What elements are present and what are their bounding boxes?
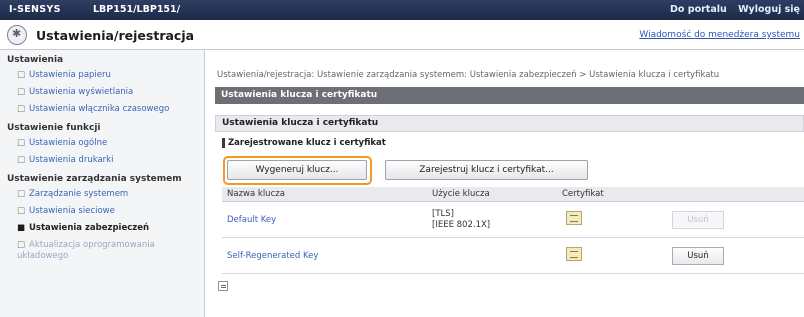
certificate-cell <box>557 201 667 238</box>
main-content: Ustawienia/rejestracja: Ustawienie zarzą… <box>211 50 804 317</box>
logout-link[interactable]: Wyloguj się <box>738 4 800 15</box>
key-name-link[interactable]: Self-Regenerated Key <box>222 237 427 274</box>
sidebar-item-label: Zarządzanie systemem <box>29 189 129 199</box>
sidebar-item-printer[interactable]: □ Ustawienia drukarki <box>0 152 204 169</box>
sidebar-item-timer[interactable]: □ Ustawienia włącznika czasowego <box>0 101 204 118</box>
key-name-link[interactable]: Default Key <box>222 201 427 238</box>
key-table: Nazwa klucza Użycie klucza Certyfikat De… <box>222 187 804 274</box>
column-header: Certyfikat <box>557 187 667 202</box>
bullet-icon: □ <box>17 240 26 250</box>
delete-button[interactable]: Usuń <box>672 246 724 265</box>
certificate-icon[interactable] <box>566 247 582 261</box>
sidebar-item-label: Aktualizacja oprogramowania układowego <box>17 240 155 261</box>
usage-line: [TLS] <box>432 208 454 219</box>
bullet-icon: □ <box>17 206 26 216</box>
message-to-admin-link[interactable]: Wiadomość do menedżera systemu <box>639 30 800 40</box>
column-header <box>667 187 804 202</box>
sidebar-item-label: Ustawienia włącznika czasowego <box>29 104 170 114</box>
usage-line: [IEEE 802.1X] <box>432 219 491 230</box>
bullet-icon: □ <box>17 87 26 97</box>
sidebar-item-label: Ustawienia ogólne <box>29 138 108 148</box>
sidebar-item-label: Ustawienia sieciowe <box>29 206 115 216</box>
section-label: Zarejestrowane klucz i certyfikat <box>222 138 386 148</box>
sidebar-item-label: Ustawienia zabezpieczeń <box>29 223 150 233</box>
column-header: Nazwa klucza <box>222 187 427 202</box>
bullet-icon: □ <box>17 189 26 199</box>
register-key-certificate-button[interactable]: Zarejestruj klucz i certyfikat... <box>385 160 588 180</box>
sidebar-item-system-management[interactable]: □ Zarządzanie systemem <box>0 186 204 203</box>
delete-cell: Usuń <box>667 201 804 238</box>
bullet-icon: □ <box>17 138 26 148</box>
settings-icon <box>7 25 27 45</box>
sidebar-item-display[interactable]: □ Ustawienia wyświetlania <box>0 84 204 101</box>
page-top-icon[interactable] <box>218 281 228 291</box>
certificate-cell <box>557 237 667 274</box>
section-header: Ustawienia klucza i certyfikatu <box>215 87 804 104</box>
sidebar-item-network[interactable]: □ Ustawienia sieciowe <box>0 203 204 220</box>
brand-logo: I-SENSYS <box>9 4 61 15</box>
sidebar: Ustawienia □ Ustawienia papieru □ Ustawien… <box>0 50 205 317</box>
key-usage <box>427 237 557 274</box>
sidebar-item-firmware[interactable]: □ Aktualizacja oprogramowania układowego <box>0 237 204 265</box>
sidebar-group-settings: Ustawienia <box>7 55 64 65</box>
bullet-icon: ■ <box>17 223 26 233</box>
page-title: Ustawienia/rejestracja <box>36 28 195 43</box>
column-header: Użycie klucza <box>427 187 557 202</box>
printer-model: LBP151/LBP151/ <box>93 4 181 15</box>
sidebar-item-label: Ustawienia papieru <box>29 70 111 80</box>
sidebar-group-functions: Ustawienie funkcji <box>7 123 101 133</box>
delete-button: Usuń <box>672 210 724 229</box>
certificate-icon[interactable] <box>566 211 582 225</box>
sidebar-item-label: Ustawienia drukarki <box>29 155 114 165</box>
top-bar: I-SENSYS LBP151/LBP151/ Do portalu Wylog… <box>0 0 804 20</box>
breadcrumb: Ustawienia/rejestracja: Ustawienie zarzą… <box>217 70 720 80</box>
key-usage: [TLS] [IEEE 802.1X] <box>427 201 557 238</box>
table-row: Self-Regenerated Key Usuń <box>222 237 804 274</box>
bullet-icon: □ <box>17 70 26 80</box>
top-links: Do portalu Wyloguj się <box>662 4 800 15</box>
portal-link[interactable]: Do portalu <box>670 4 727 15</box>
subsection-header: Ustawienia klucza i certyfikatu <box>215 115 804 132</box>
sidebar-item-general[interactable]: □ Ustawienia ogólne <box>0 135 204 152</box>
sidebar-item-security[interactable]: ■ Ustawienia zabezpieczeń <box>0 220 204 237</box>
generate-key-button[interactable]: Wygeneruj klucz... <box>227 160 367 180</box>
table-row: Default Key [TLS] [IEEE 802.1X] Usuń <box>222 201 804 238</box>
sidebar-item-label: Ustawienia wyświetlania <box>29 87 134 97</box>
delete-cell: Usuń <box>667 237 804 274</box>
table-header-row: Nazwa klucza Użycie klucza Certyfikat <box>222 187 804 202</box>
sidebar-item-paper[interactable]: □ Ustawienia papieru <box>0 67 204 84</box>
title-bar: Ustawienia/rejestracja Wiadomość do mene… <box>0 20 804 50</box>
bullet-icon: □ <box>17 104 26 114</box>
bullet-icon: □ <box>17 155 26 165</box>
sidebar-group-system: Ustawienie zarządzania systemem <box>7 174 182 184</box>
